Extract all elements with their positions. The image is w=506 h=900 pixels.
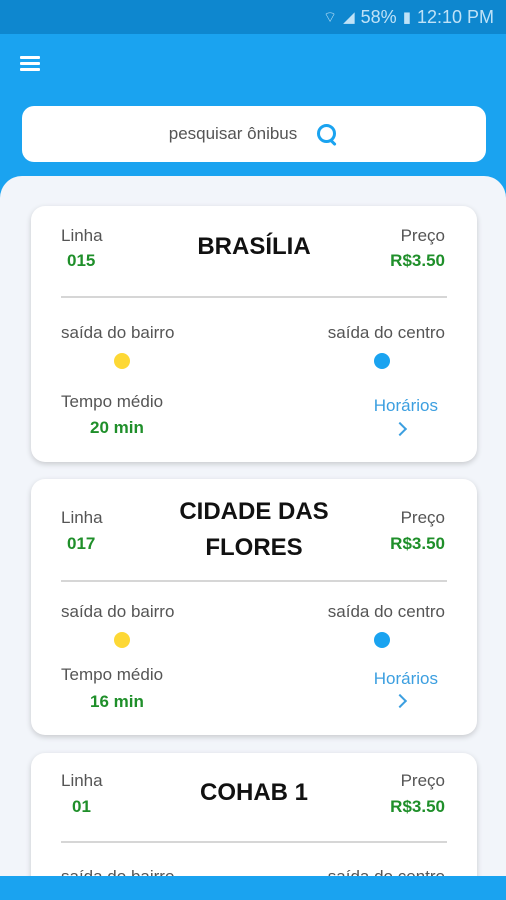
schedule-link[interactable]: Horários: [374, 396, 438, 416]
price-value: R$3.50: [390, 534, 445, 553]
bus-card[interactable]: Linha 015 BRASÍLIA Preço R$3.50 saída do…: [31, 206, 477, 462]
avg-time-value: 16 min: [90, 692, 144, 711]
price-label: Preço: [400, 771, 445, 790]
line-number: 017: [67, 534, 96, 553]
centro-status-dot: [374, 632, 390, 648]
menu-icon[interactable]: [20, 56, 42, 74]
battery-percent: 58%: [360, 6, 397, 27]
price-label: Preço: [400, 508, 445, 527]
battery-icon: ▮: [402, 9, 411, 26]
bairro-status-dot: [114, 353, 130, 369]
bairro-label: saída do bairro: [61, 867, 174, 876]
price-value: R$3.50: [390, 251, 445, 270]
route-name: COHAB 1: [199, 779, 308, 806]
bus-card[interactable]: Linha 017 CIDADE DAS FLORES Preço R$3.50…: [31, 479, 477, 735]
wifi-icon: ⌔: [323, 8, 338, 26]
line-label: Linha: [61, 508, 103, 527]
signal-icon: ◢: [343, 9, 355, 26]
chevron-right-icon[interactable]: [392, 421, 408, 437]
clock: 12:10 PM: [416, 6, 494, 27]
bus-card[interactable]: Linha 01 COHAB 1 Preço R$3.50 saída do b…: [31, 753, 477, 876]
centro-status-dot: [374, 353, 390, 369]
centro-label: saída do centro: [328, 867, 445, 876]
bairro-label: saída do bairro: [61, 323, 175, 342]
divider: [61, 580, 447, 582]
price-value: R$3.50: [390, 797, 445, 816]
search-input[interactable]: pesquisar ônibus: [169, 124, 298, 144]
schedule-link[interactable]: Horários: [374, 669, 438, 689]
bus-list[interactable]: Linha 015 BRASÍLIA Preço R$3.50 saída do…: [0, 176, 506, 876]
line-label: Linha: [61, 226, 103, 245]
search-icon[interactable]: [315, 122, 339, 146]
divider: [61, 296, 447, 298]
route-name: BRASÍLIA: [197, 233, 311, 260]
search-bar[interactable]: pesquisar ônibus: [22, 106, 486, 162]
divider: [61, 841, 447, 843]
avg-time-label: Tempo médio: [61, 665, 164, 684]
line-number: 015: [67, 251, 96, 270]
bairro-status-dot: [114, 632, 130, 648]
route-name: CIDADE DAS FLORES: [179, 498, 329, 561]
price-label: Preço: [400, 226, 445, 245]
chevron-right-icon[interactable]: [392, 693, 408, 709]
centro-label: saída do centro: [327, 323, 445, 342]
line-number: 01: [72, 797, 91, 816]
avg-time-value: 20 min: [90, 418, 144, 437]
avg-time-label: Tempo médio: [61, 392, 164, 411]
status-bar: ⌔ ◢ 58% ▮ 12:10 PM: [0, 0, 506, 34]
centro-label: saída do centro: [327, 602, 445, 621]
bairro-label: saída do bairro: [61, 602, 175, 621]
line-label: Linha: [61, 771, 103, 790]
